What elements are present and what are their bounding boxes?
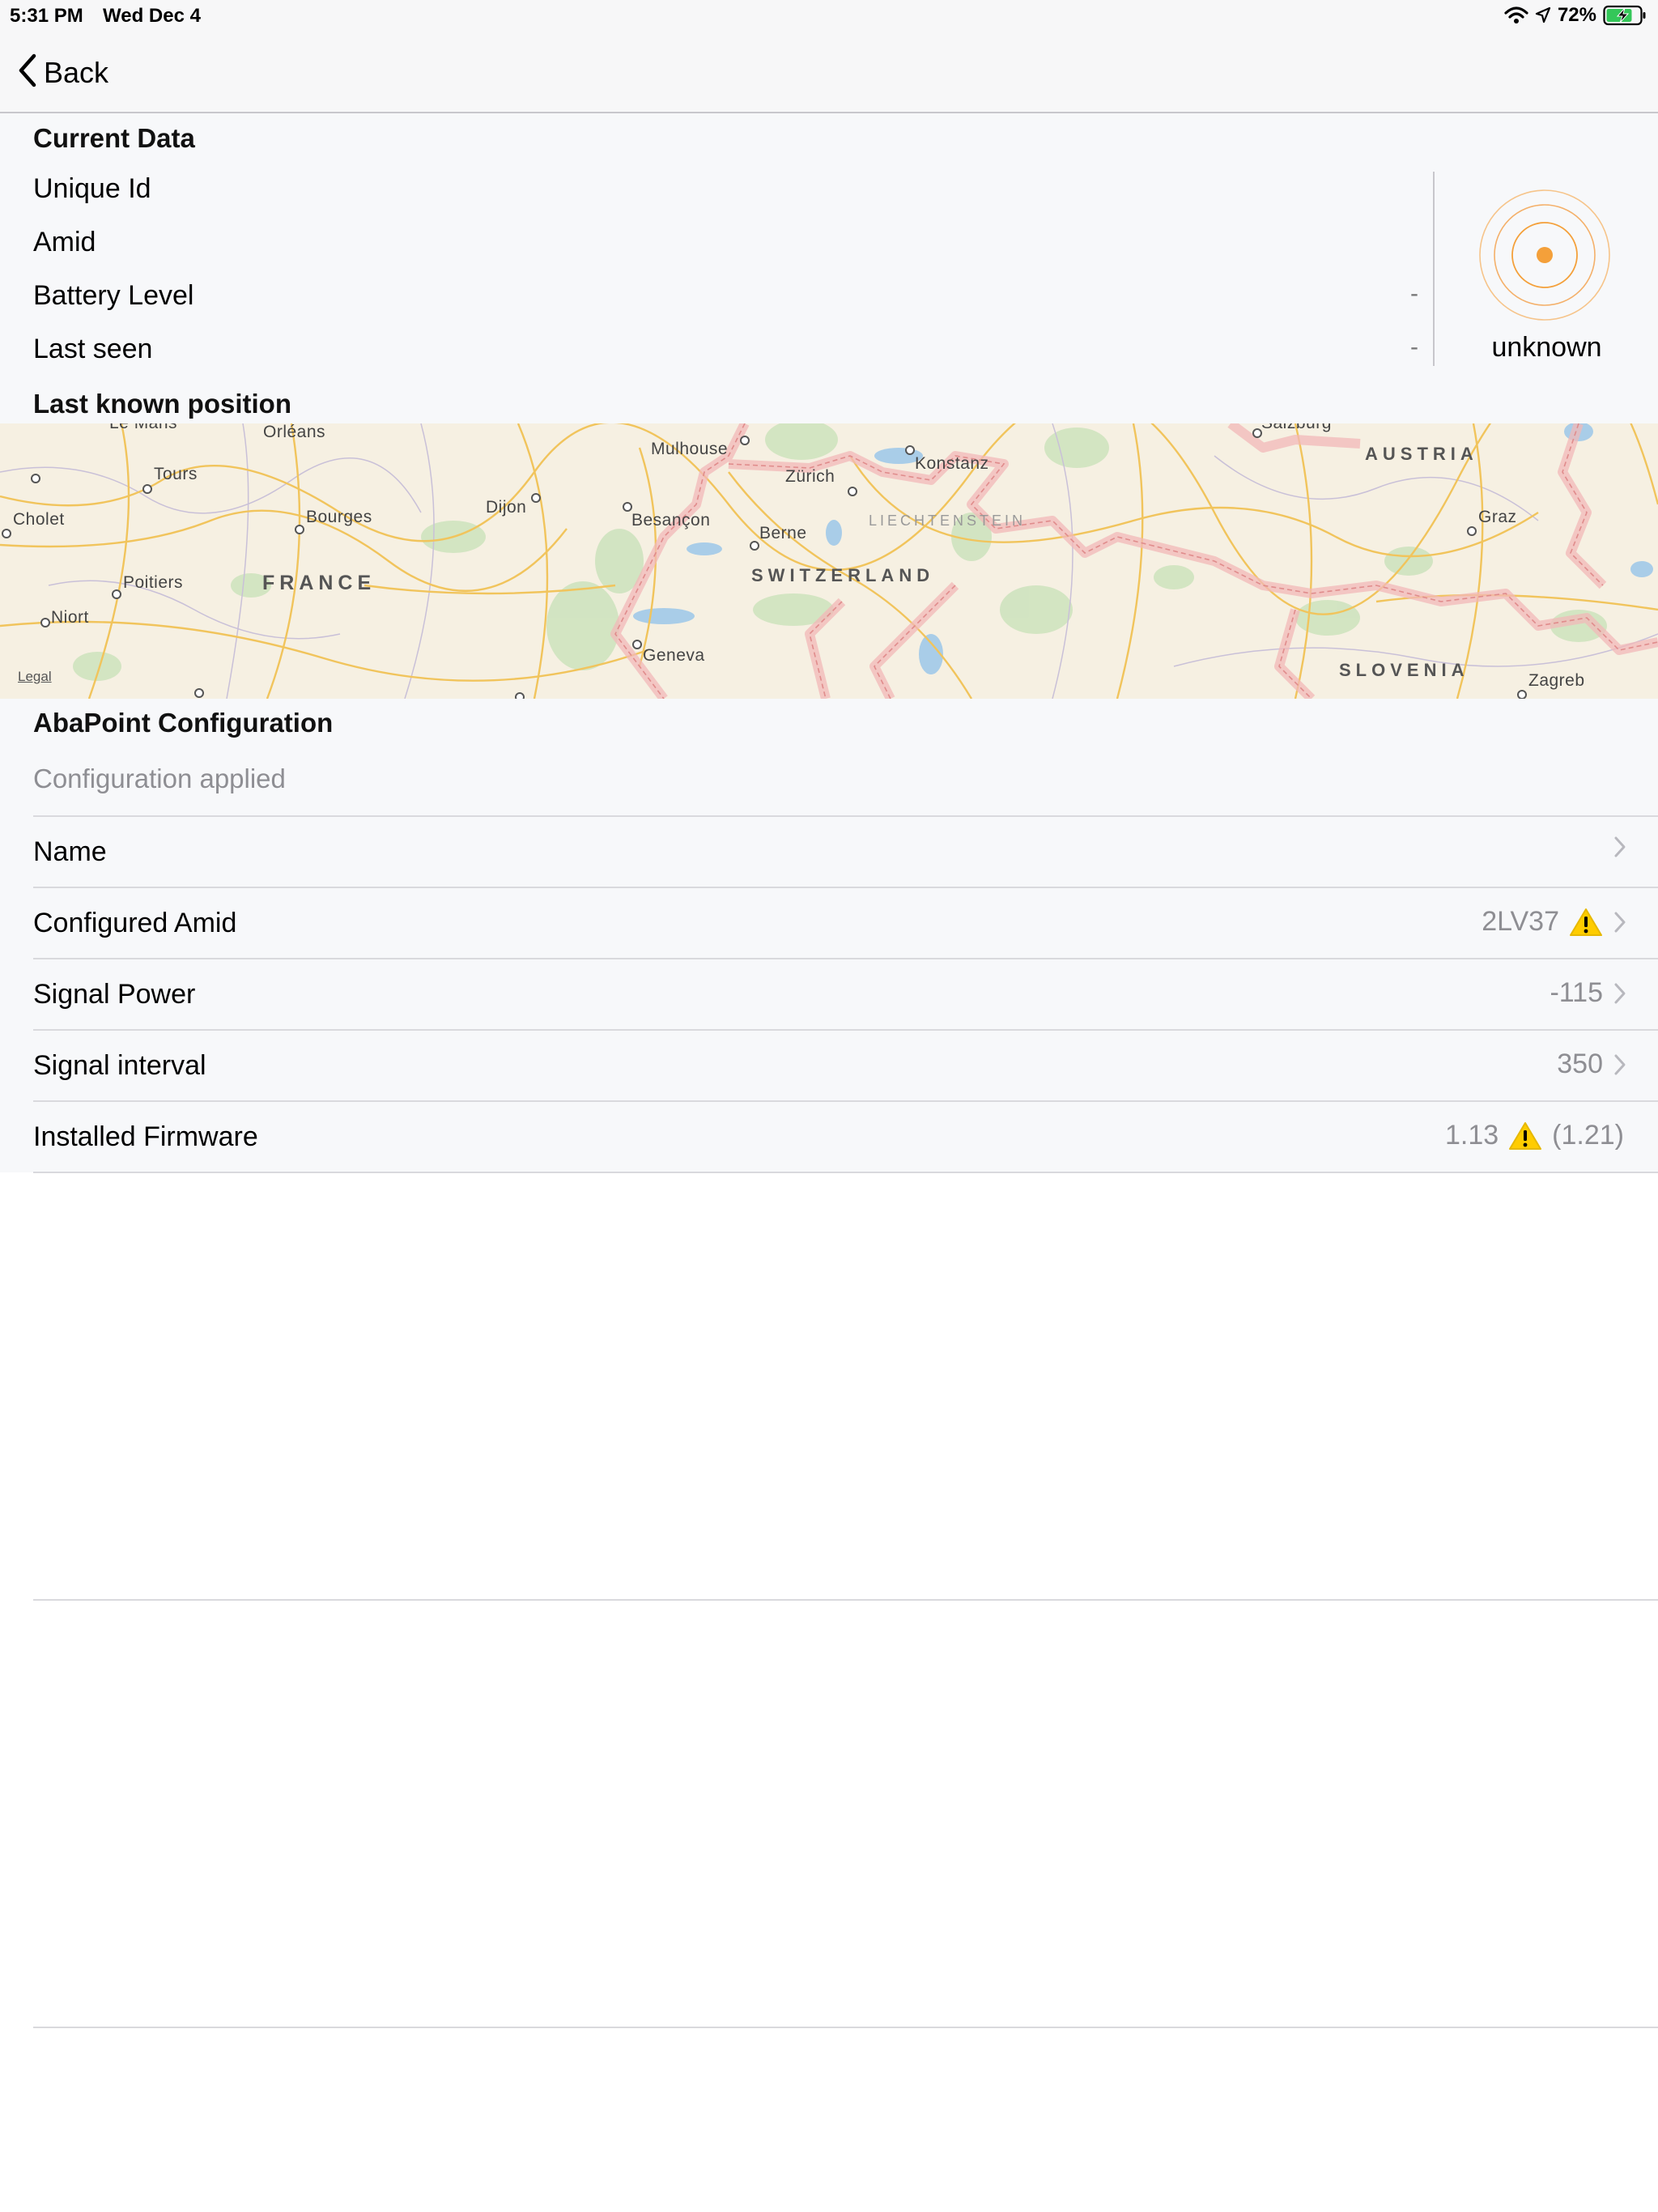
beacon-status-text: unknown (1491, 332, 1602, 363)
map-city-label: Geneva (643, 646, 705, 665)
map-city-label: Konstanz (915, 454, 989, 473)
row-value: -115 (1550, 977, 1603, 1008)
row-value-group: 2LV37 (1482, 906, 1627, 938)
map-city-label: Berne (759, 524, 807, 542)
config-row-signal-interval[interactable]: Signal interval 350 (33, 1029, 1658, 1100)
vertical-divider (1433, 172, 1435, 366)
row-value-group: 350 (1557, 1049, 1627, 1080)
status-bar: 5:31 PM Wed Dec 4 72% (0, 0, 1658, 32)
warning-icon (1509, 1121, 1542, 1150)
map-city-label: Graz (1478, 508, 1517, 526)
back-button[interactable]: Back (16, 53, 108, 92)
map-city-label: Mulhouse (651, 440, 729, 458)
battery-charging-icon (1603, 5, 1647, 26)
map-background (0, 423, 1658, 699)
config-row-installed-firmware: Installed Firmware 1.13 (1.21) (33, 1100, 1658, 1172)
map-city-label: Bourges (306, 508, 372, 526)
row-separator (33, 1172, 1658, 1173)
chevron-right-icon (1614, 983, 1626, 1003)
row-separator (33, 1599, 1658, 1601)
location-arrow-icon (1535, 6, 1551, 24)
wifi-icon (1504, 6, 1528, 25)
label-unique-id: Unique Id (33, 173, 151, 204)
map-view[interactable]: Le Mans Orléans Tours Cholet Bourges Poi… (0, 423, 1658, 699)
value-last-seen: - (1410, 334, 1418, 360)
navigation-bar: Back (0, 32, 1658, 113)
map-city-label: Salzburg (1261, 423, 1332, 433)
beacon-signal-icon (1476, 186, 1613, 324)
map-country-label: LIECHTENSTEIN (869, 513, 1027, 529)
config-row-signal-power[interactable]: Signal Power -115 (33, 958, 1658, 1029)
map-legal-link[interactable]: Legal (18, 669, 52, 685)
map-city-label: Dijon (486, 498, 527, 517)
row-label: Installed Firmware (33, 1121, 258, 1152)
map-city-label: Zürich (785, 467, 835, 486)
map-city-label: Niort (51, 608, 89, 627)
battery-percentage: 72% (1557, 4, 1596, 26)
row-label: Configured Amid (33, 908, 237, 938)
label-amid: Amid (33, 227, 96, 257)
map-country-label: SWITZERLAND (751, 565, 935, 585)
row-value: 350 (1557, 1049, 1603, 1079)
map-country-label: FRANCE (262, 572, 376, 594)
row-value-group: 1.13 (1.21) (1445, 1120, 1624, 1151)
warning-icon (1570, 908, 1602, 936)
row-value: 2LV37 (1482, 906, 1559, 937)
back-label: Back (44, 55, 109, 89)
status-indicators: 72% (1504, 4, 1647, 27)
map-city-label: Besançon (631, 511, 711, 530)
map-city-label: Zagreb (1528, 671, 1585, 690)
label-battery-level: Battery Level (33, 280, 194, 311)
section-header-configuration: AbaPoint Configuration (33, 708, 334, 738)
value-battery-level: - (1410, 280, 1418, 307)
row-separator (33, 2027, 1658, 2028)
config-row-name[interactable]: Name (33, 815, 1658, 887)
configuration-status-caption: Configuration applied (33, 764, 286, 793)
row-label: Signal Power (33, 979, 196, 1010)
status-date: Wed Dec 4 (103, 5, 201, 27)
config-row-configured-amid[interactable]: Configured Amid 2LV37 (33, 887, 1658, 958)
chevron-right-icon (1614, 1054, 1626, 1074)
map-city-label: Orléans (263, 423, 326, 441)
chevron-left-icon (16, 53, 39, 92)
section-header-last-known-position: Last known position (33, 389, 291, 419)
row-value-latest-version: (1.21) (1552, 1120, 1624, 1151)
label-last-seen: Last seen (33, 334, 153, 364)
map-city-label: Le Mans (109, 423, 177, 433)
chevron-right-icon (1614, 912, 1626, 932)
row-label: Signal interval (33, 1050, 206, 1081)
map-country-label: SLOVENIA (1339, 660, 1469, 680)
chevron-right-icon (1614, 836, 1626, 857)
row-value-group: -115 (1550, 977, 1627, 1009)
row-label: Name (33, 836, 107, 867)
map-country-label: AUSTRIA (1365, 444, 1478, 464)
section-header-current-data: Current Data (33, 123, 195, 153)
status-time: 5:31 PM (10, 5, 83, 27)
map-city-label: Tours (154, 465, 198, 483)
map-city-label: Poitiers (123, 573, 184, 592)
row-value: 1.13 (1444, 1120, 1499, 1151)
map-city-label: Cholet (13, 510, 65, 529)
row-value-group (1603, 835, 1627, 859)
